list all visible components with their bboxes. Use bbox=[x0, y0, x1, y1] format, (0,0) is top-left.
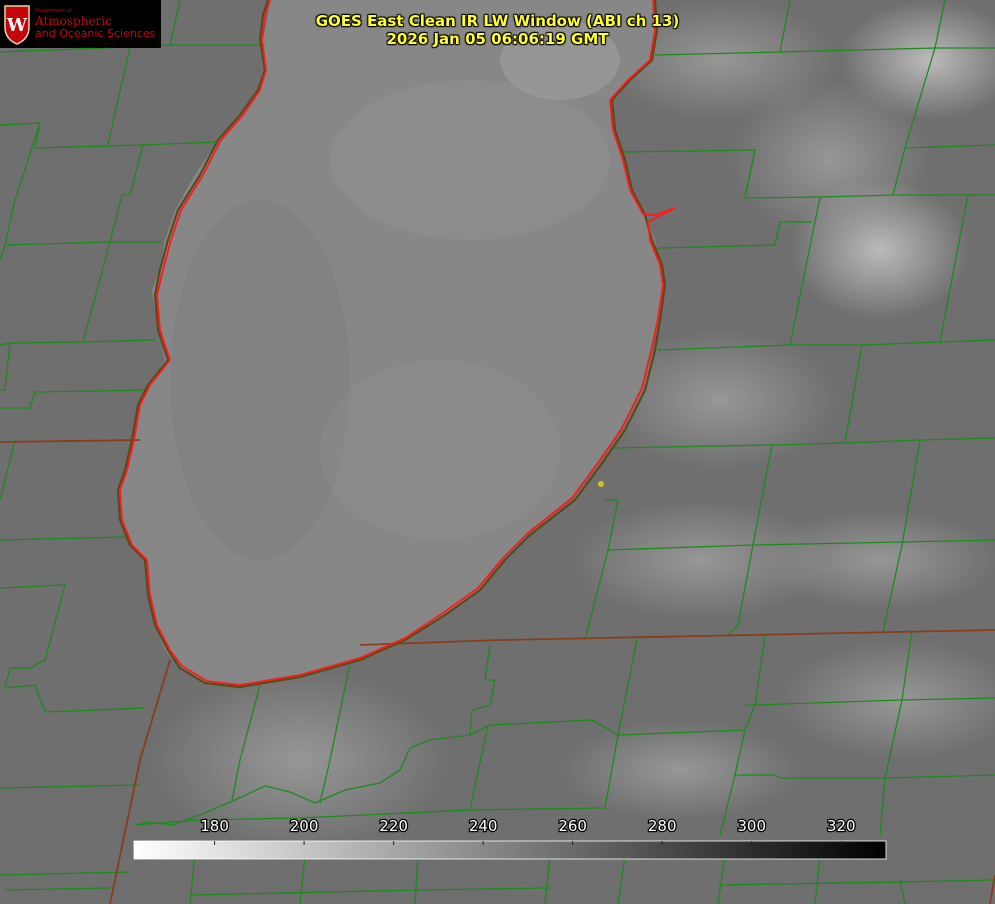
uw-crest-icon: W bbox=[4, 5, 30, 45]
logo-line2: and Oceanic Sciences bbox=[35, 27, 156, 40]
location-marker bbox=[598, 481, 604, 487]
satellite-map bbox=[0, 0, 995, 904]
crest-letter: W bbox=[6, 15, 28, 36]
aos-logo[interactable]: W Department of Atmospheric and Oceanic … bbox=[0, 0, 161, 48]
logo-line1: Atmospheric bbox=[35, 14, 112, 28]
satellite-image-viewer: 180 200 220 240 260 280 300 320 GOES East Clean… bbox=[0, 0, 995, 904]
